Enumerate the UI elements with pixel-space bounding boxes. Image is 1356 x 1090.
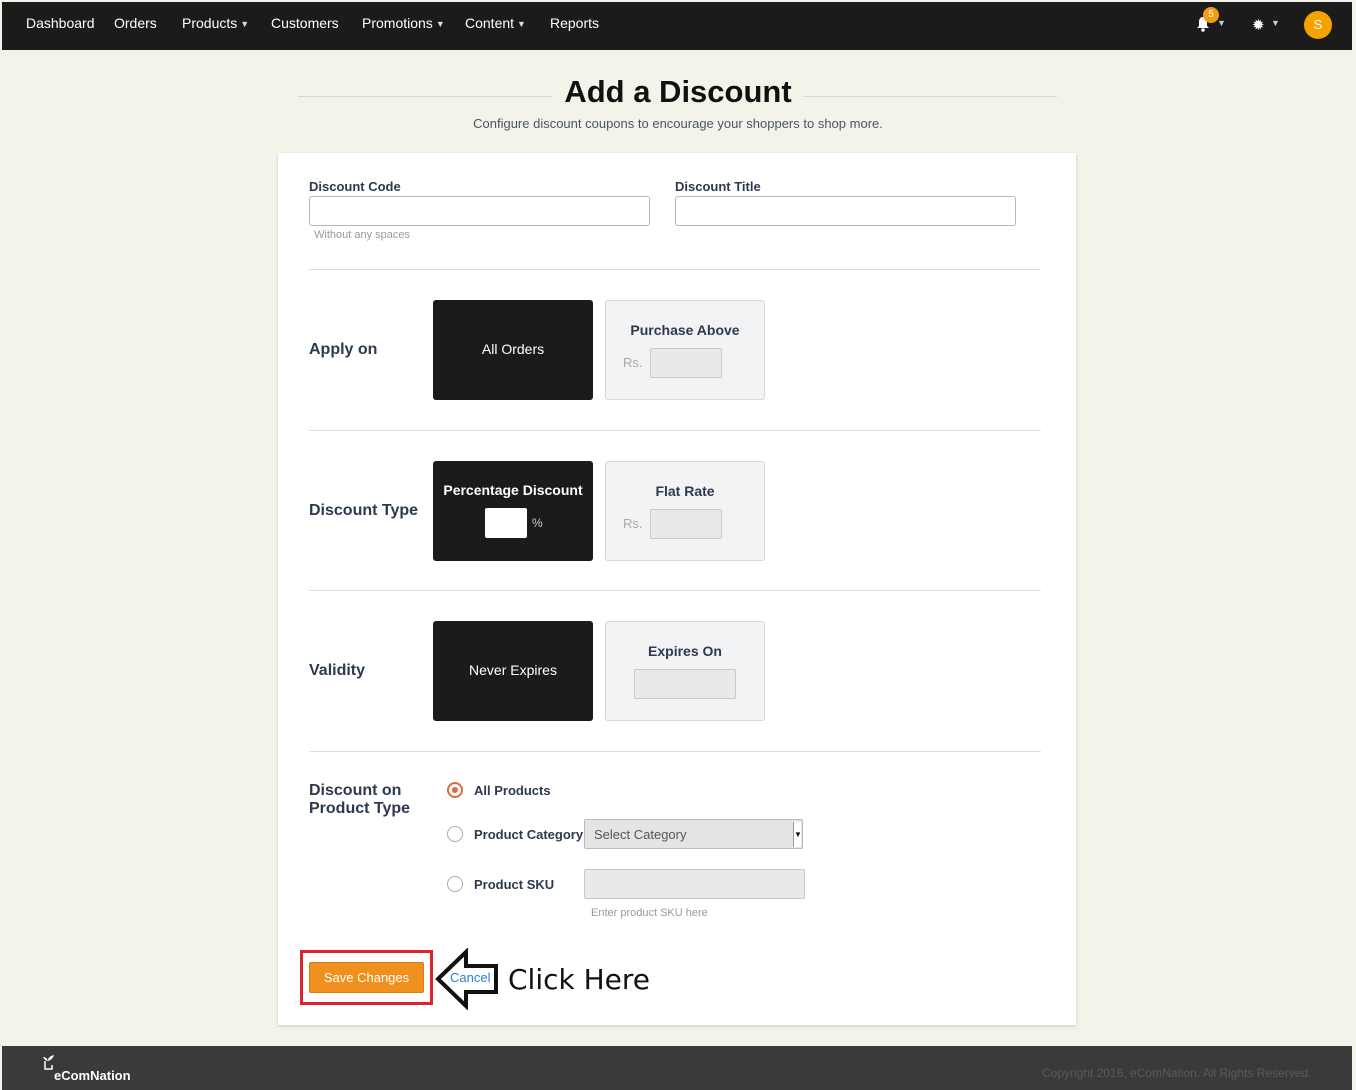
expires-on-label: Expires On (648, 643, 722, 659)
chevron-down-icon: ▼ (240, 19, 250, 29)
nav-products[interactable]: Products ▼ (182, 15, 249, 31)
chevron-down-icon: ▼ (793, 822, 802, 847)
footer-copyright: Copyright 2016, eComNation. All Rights R… (1042, 1066, 1312, 1080)
section-divider (309, 269, 1041, 270)
section-divider (309, 751, 1041, 752)
nav-reports[interactable]: Reports (550, 15, 599, 31)
currency-label: Rs. (623, 355, 643, 370)
nav-content-label: Content (465, 15, 515, 31)
never-expires-label: Never Expires (469, 662, 557, 678)
discount-code-hint: Without any spaces (314, 229, 410, 241)
purchase-above-label: Purchase Above (630, 322, 740, 338)
save-changes-button[interactable]: Save Changes (309, 962, 424, 993)
product-category-radio[interactable] (447, 826, 463, 842)
product-sku-input[interactable] (584, 869, 805, 899)
discount-title-input[interactable] (675, 196, 1016, 226)
page-subtitle: Configure discount coupons to encourage … (473, 116, 883, 131)
flat-rate-option[interactable]: Flat Rate Rs. (605, 461, 765, 561)
click-here-callout: Click Here (508, 963, 651, 996)
nav-products-label: Products (182, 15, 238, 31)
percentage-input[interactable] (485, 508, 527, 538)
expires-on-option[interactable]: Expires On (605, 621, 765, 721)
nav-orders[interactable]: Orders (114, 15, 157, 31)
percentage-discount-option[interactable]: Percentage Discount % (433, 461, 593, 561)
nav-content[interactable]: Content ▼ (465, 15, 526, 31)
product-sku-hint: Enter product SKU here (591, 907, 708, 919)
section-divider (309, 590, 1041, 591)
title-divider-right (803, 96, 1057, 97)
discount-title-label: Discount Title (675, 179, 761, 194)
chevron-down-icon[interactable]: ▼ (1217, 18, 1226, 28)
category-select-value: Select Category (594, 827, 687, 842)
chevron-down-icon[interactable]: ▼ (1271, 18, 1280, 28)
product-type-label-line2: Product Type (309, 800, 411, 817)
chevron-down-icon: ▼ (435, 19, 445, 29)
chevron-down-icon: ▼ (517, 19, 526, 29)
product-sku-label[interactable]: Product SKU (474, 877, 554, 892)
nav-customers[interactable]: Customers (271, 15, 339, 31)
product-type-label-line1: Discount on (309, 782, 402, 799)
validity-label: Validity (309, 662, 366, 679)
category-select[interactable]: Select Category ▼ (584, 819, 803, 849)
discount-type-label: Discount Type (309, 502, 419, 519)
apply-on-all-orders-option[interactable]: All Orders (433, 300, 593, 400)
cancel-link[interactable]: Cancel (450, 970, 490, 985)
nav-promotions[interactable]: Promotions ▼ (362, 15, 445, 31)
footer-brand: eComNation (54, 1068, 131, 1083)
flat-rate-amount-input[interactable] (650, 509, 722, 539)
apply-on-purchase-above-option[interactable]: Purchase Above Rs. (605, 300, 765, 400)
footer: eComNation Copyright 2016, eComNation. A… (2, 1046, 1352, 1090)
page-title: Add a Discount (564, 74, 792, 109)
nav-promotions-label: Promotions (362, 15, 433, 31)
section-divider (309, 430, 1041, 431)
percent-sign: % (532, 516, 543, 530)
discount-code-input[interactable] (309, 196, 650, 226)
product-category-label[interactable]: Product Category (474, 827, 583, 842)
gear-icon[interactable]: ✹ (1252, 16, 1265, 34)
avatar[interactable]: S (1304, 11, 1332, 39)
never-expires-option[interactable]: Never Expires (433, 621, 593, 721)
flat-rate-label: Flat Rate (655, 483, 715, 499)
all-products-label[interactable]: All Products (474, 783, 551, 798)
discount-code-label: Discount Code (309, 179, 401, 194)
percentage-discount-label: Percentage Discount (443, 482, 583, 498)
expiry-date-input[interactable] (634, 669, 736, 699)
all-orders-label: All Orders (481, 341, 545, 357)
currency-label: Rs. (623, 516, 643, 531)
product-sku-radio[interactable] (447, 876, 463, 892)
all-products-radio[interactable] (447, 782, 463, 798)
apply-on-label: Apply on (309, 341, 378, 358)
title-divider-left (298, 96, 552, 97)
nav-dashboard[interactable]: Dashboard (26, 15, 95, 31)
purchase-above-amount-input[interactable] (650, 348, 722, 378)
